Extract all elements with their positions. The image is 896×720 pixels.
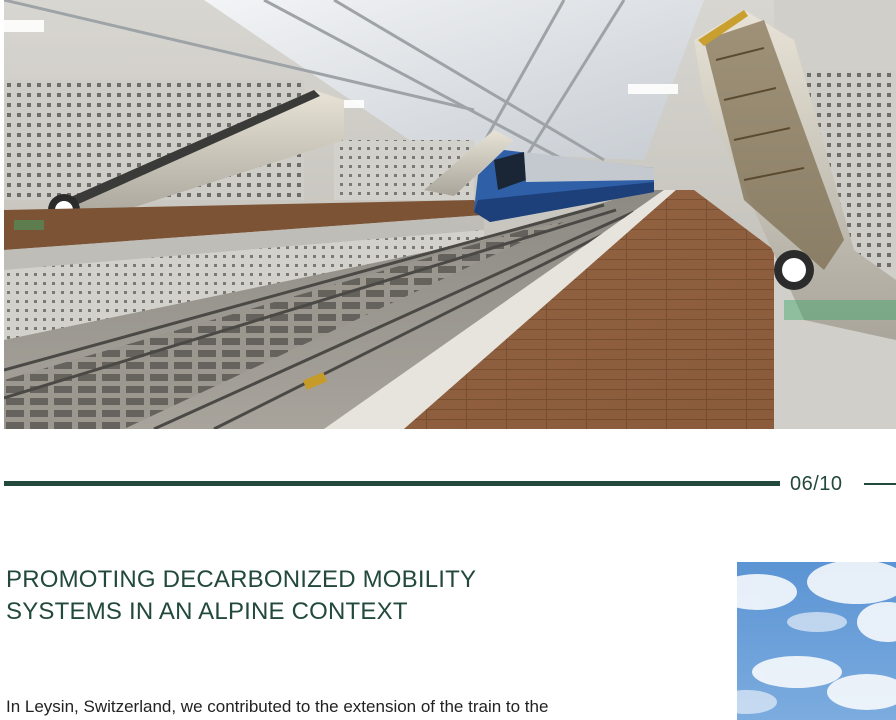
slide-progress: 06/10 bbox=[4, 472, 896, 496]
article-title: PROMOTING DECARBONIZED MOBILITY SYSTEMS … bbox=[6, 564, 646, 628]
progress-track bbox=[4, 481, 780, 486]
sky-photo-thumbnail bbox=[737, 562, 896, 720]
progress-tail-line bbox=[864, 483, 896, 485]
slide-counter: 06/10 bbox=[790, 473, 843, 495]
article-title-line-2: SYSTEMS IN AN ALPINE CONTEXT bbox=[6, 598, 408, 625]
article-body: In Leysin, Switzerland, we contributed t… bbox=[6, 697, 549, 716]
article-title-line-1: PROMOTING DECARBONIZED MOBILITY bbox=[6, 566, 477, 593]
hero-photo bbox=[4, 0, 896, 429]
progress-fill bbox=[4, 481, 780, 486]
